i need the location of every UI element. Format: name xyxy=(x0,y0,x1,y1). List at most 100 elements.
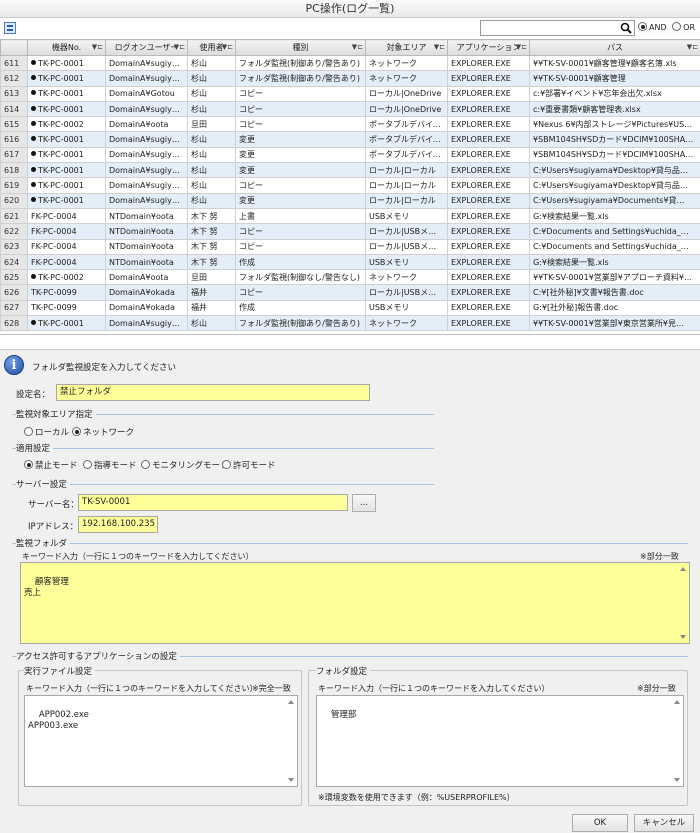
folder-monitor-dialog: i フォルダ監視設定を入力してください 設定名： 禁止フォルダ 監視対象エリア指… xyxy=(0,349,700,833)
ok-button[interactable]: OK xyxy=(572,814,628,832)
folder-section-title: 監視フォルダ xyxy=(16,537,71,549)
app-folder-keyword-scrollbar[interactable] xyxy=(672,697,682,785)
column-header-logon-user[interactable]: ログオンユーザー ▼⊏ xyxy=(105,39,188,56)
table-row[interactable]: 622 FK-PC-0004 NTDomain¥oota 木下 努コピー ローカル|US… xyxy=(0,223,700,240)
folder-keyword-textarea[interactable]: 顧客管理 売上 xyxy=(20,562,690,644)
table-row[interactable]: 616 TK-PC-0001 DomainA¥sugiy… 杉山 変更 ポータブルデバイス… xyxy=(0,131,700,148)
cell-application: EXPLORER.EXE xyxy=(447,116,530,133)
column-header-label: 機器No. xyxy=(51,43,82,52)
area-network-option[interactable]: ネットワーク xyxy=(72,426,134,438)
cell-application: EXPLORER.EXE xyxy=(447,177,530,194)
area-network-radio[interactable] xyxy=(72,427,81,436)
cell-logon-user: DomainA¥sugiy… xyxy=(105,54,188,72)
cell-logon-user: DomainA¥sugiy… xyxy=(105,70,188,87)
cancel-button[interactable]: キャンセル xyxy=(634,814,694,832)
or-radio[interactable] xyxy=(672,22,682,31)
cell-row-number: 623 xyxy=(0,238,28,255)
column-header-path[interactable]: パス ▼⊏ xyxy=(529,39,700,56)
table-row[interactable]: 623 FK-PC-0004 NTDomain¥oota 木下 努コピー ローカル|US… xyxy=(0,238,700,255)
setting-name-input[interactable]: 禁止フォルダ xyxy=(56,384,370,401)
mode-prohibit-option[interactable]: 禁止モード xyxy=(24,459,78,471)
and-radio[interactable] xyxy=(638,22,647,31)
ip-address-input[interactable]: 192.168.100.235 xyxy=(78,516,158,533)
cell-device-no: FK-PC-0004 xyxy=(27,253,106,271)
table-row[interactable]: 627 TK-PC-0099 DomainA¥okada 福井 作成 USBメモリ EXPL… xyxy=(0,299,700,317)
table-row[interactable]: 611 TK-PC-0001 DomainA¥sugiy… 杉山 フォルダ監視(制御あり… xyxy=(0,54,700,72)
column-header-row-number[interactable] xyxy=(0,39,28,56)
app-folder-keyword-textarea[interactable]: 管理部 xyxy=(316,695,684,787)
search-input[interactable] xyxy=(481,21,617,35)
filter-icon[interactable]: ▼⊏ xyxy=(222,43,233,51)
cell-path: ¥¥TK-SV-0001¥営業部¥アプローチ資料¥… xyxy=(529,269,700,286)
cell-device-no: TK-PC-0001 xyxy=(27,146,106,164)
filter-icon[interactable]: ▼⊏ xyxy=(516,43,527,51)
column-header-application[interactable]: アプリケーション ▼⊏ xyxy=(447,39,530,56)
cell-device-no: TK-PC-0001 xyxy=(27,54,106,72)
and-label: AND xyxy=(649,23,667,32)
table-row[interactable]: 612 TK-PC-0001 DomainA¥sugiy… 杉山 フォルダ監視(制御あり… xyxy=(0,70,700,87)
mode-monitor-radio[interactable] xyxy=(141,460,150,469)
log-toolbar: AND OR xyxy=(0,18,700,39)
mode-allow-option[interactable]: 許可モード xyxy=(222,459,276,471)
browse-server-button[interactable]: ... xyxy=(352,494,376,512)
server-section-title: サーバー設定 xyxy=(16,478,70,490)
table-row[interactable]: 624 FK-PC-0004 NTDomain¥oota 木下 努作成 USBメモリ EX… xyxy=(0,253,700,271)
table-row[interactable]: 613 TK-PC-0001 DomainA¥Gotou 杉山 コピー ローカル|OneD… xyxy=(0,85,700,102)
cell-device-no: TK-PC-0001 xyxy=(27,70,106,87)
mode-prohibit-radio[interactable] xyxy=(24,460,33,469)
cell-row-number: 618 xyxy=(0,162,28,179)
mode-guide-radio[interactable] xyxy=(83,460,92,469)
table-row[interactable]: 621 FK-PC-0004 NTDomain¥oota 木下 努上書 USBメモリ EX… xyxy=(0,207,700,225)
mode-prohibit-label: 禁止モード xyxy=(35,461,78,471)
cell-application: EXPLORER.EXE xyxy=(447,85,530,102)
column-header-type[interactable]: 種別 ▼⊏ xyxy=(235,39,366,56)
cell-user: 福井 xyxy=(187,299,236,317)
cell-user: 杉山 xyxy=(187,146,236,164)
table-row[interactable]: 625 TK-PC-0002 DomainA¥oota 旦田 フォルダ監視(制御なし/警… xyxy=(0,269,700,286)
cell-path: c:¥重要書類¥顧客管理表.xlsx xyxy=(529,100,700,118)
cell-logon-user: DomainA¥sugiy… xyxy=(105,162,188,179)
column-header-target-area[interactable]: 対象エリア ▼⊏ xyxy=(365,39,448,56)
area-local-option[interactable]: ローカル xyxy=(24,426,69,438)
cell-type: コピー xyxy=(235,116,366,133)
column-settings-icon[interactable] xyxy=(4,22,16,34)
cell-target-area: ローカル|ローカル xyxy=(365,177,448,194)
table-row[interactable]: 614 TK-PC-0001 DomainA¥sugiy… 杉山 コピー ローカル|One… xyxy=(0,100,700,118)
search-box[interactable] xyxy=(480,20,635,36)
mode-monitor-option[interactable]: モニタリングモード xyxy=(141,459,229,471)
table-row[interactable]: 628 TK-PC-0001 DomainA¥sugiy… 杉山 フォルダ監視(制御あり… xyxy=(0,315,700,332)
cell-device-no: TK-PC-0002 xyxy=(27,116,106,133)
filter-icon[interactable]: ▼⊏ xyxy=(92,43,103,51)
cell-application: EXPLORER.EXE xyxy=(447,70,530,87)
dialog-message: フォルダ監視設定を入力してください xyxy=(32,363,176,373)
cell-target-area: ポータブルデバイス(… xyxy=(365,146,448,164)
table-row[interactable]: 626 TK-PC-0099 DomainA¥okada 福井 コピー ローカル|USBメ… xyxy=(0,284,700,301)
exe-keyword-scrollbar[interactable] xyxy=(286,697,296,785)
table-row[interactable]: 619 TK-PC-0001 DomainA¥sugiy… 杉山 コピー ローカル|ローカ… xyxy=(0,177,700,194)
mode-guide-option[interactable]: 指導モード xyxy=(83,459,137,471)
table-row[interactable]: 617 TK-PC-0001 DomainA¥sugiy… 杉山 変更 ポータブルデバイス… xyxy=(0,146,700,164)
column-header-label: ログオンユーザー xyxy=(114,43,179,52)
online-dot-icon xyxy=(31,182,36,188)
cell-application: EXPLORER.EXE xyxy=(447,192,530,209)
server-name-input[interactable]: TK-SV-0001 xyxy=(78,494,348,511)
cell-user: 杉山 xyxy=(187,70,236,87)
exe-keyword-textarea[interactable]: APP002.exe APP003.exe xyxy=(24,695,298,787)
filter-icon[interactable]: ▼⊏ xyxy=(434,43,445,51)
table-row[interactable]: 615 TK-PC-0002 DomainA¥oota 旦田 コピー ポータブルデバイス(… xyxy=(0,116,700,133)
column-header-user[interactable]: 使用者 ▼⊏ xyxy=(187,39,236,56)
filter-icon[interactable]: ▼⊏ xyxy=(174,43,185,51)
mode-allow-radio[interactable] xyxy=(222,460,231,469)
column-header-device-no[interactable]: 機器No. ▼⊏ xyxy=(27,39,106,56)
folder-keyword-scrollbar[interactable] xyxy=(678,564,688,642)
folder-partial-match-note: ※部分一致 xyxy=(640,552,679,561)
table-row[interactable]: 620 TK-PC-0001 DomainA¥sugiy… 杉山 変更 ローカル|ローカル… xyxy=(0,192,700,209)
cell-row-number: 627 xyxy=(0,299,28,317)
area-local-radio[interactable] xyxy=(24,427,33,436)
filter-icon[interactable]: ▼⊏ xyxy=(687,43,698,51)
table-row[interactable]: 618 TK-PC-0001 DomainA¥sugiy… 杉山 変更 ローカル|ローカル… xyxy=(0,162,700,179)
filter-icon[interactable]: ▼⊏ xyxy=(352,43,363,51)
search-icon[interactable] xyxy=(620,22,632,34)
cell-user: 福井 xyxy=(187,284,236,301)
cell-path: G:¥[社外秘]報告書.doc xyxy=(529,299,700,317)
